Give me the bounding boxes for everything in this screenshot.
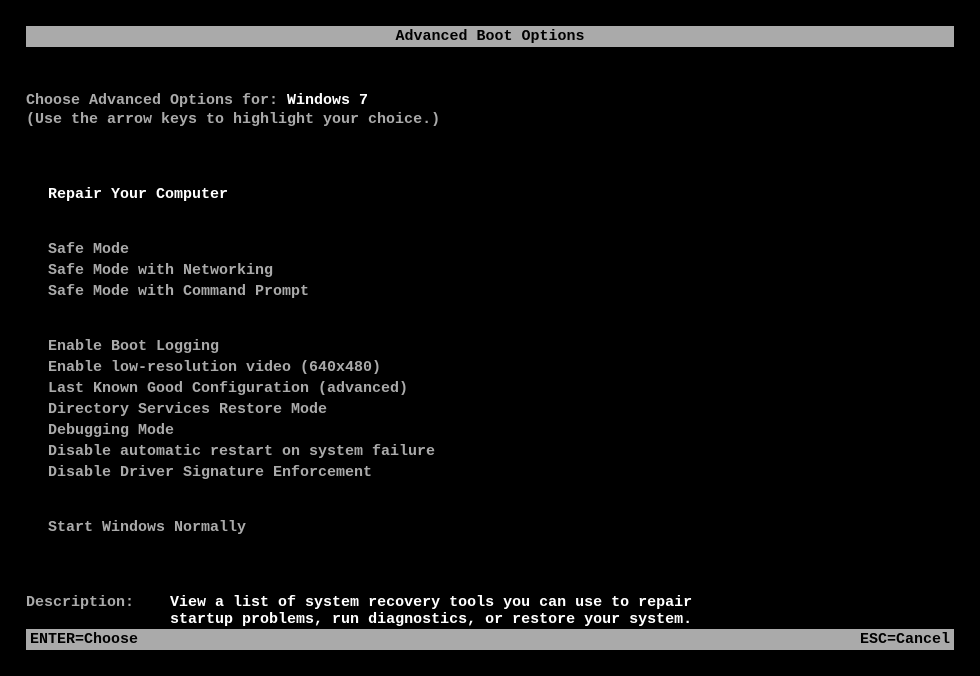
prompt-line: Choose Advanced Options for: Windows 7 xyxy=(26,92,954,109)
menu-item-start-normally[interactable]: Start Windows Normally xyxy=(48,519,954,536)
hint-line: (Use the arrow keys to highlight your ch… xyxy=(26,111,954,128)
menu-item-enable-boot-logging[interactable]: Enable Boot Logging xyxy=(48,338,954,355)
status-enter-choose: ENTER=Choose xyxy=(30,631,138,648)
title-bar: Advanced Boot Options xyxy=(26,26,954,47)
os-name: Windows 7 xyxy=(287,92,368,109)
menu-item-disable-driver-signature[interactable]: Disable Driver Signature Enforcement xyxy=(48,464,954,481)
prompt-prefix: Choose Advanced Options for: xyxy=(26,92,287,109)
screen-title: Advanced Boot Options xyxy=(395,28,584,45)
description-block: Description: View a list of system recov… xyxy=(26,594,954,628)
description-text: View a list of system recovery tools you… xyxy=(170,594,730,628)
group-divider xyxy=(48,207,954,241)
menu-item-repair-your-computer[interactable]: Repair Your Computer xyxy=(48,186,954,203)
menu-item-low-res-video[interactable]: Enable low-resolution video (640x480) xyxy=(48,359,954,376)
menu-item-directory-services-restore[interactable]: Directory Services Restore Mode xyxy=(48,401,954,418)
group-divider xyxy=(48,304,954,338)
menu-list: Repair Your Computer Safe Mode Safe Mode… xyxy=(48,186,954,536)
menu-item-disable-auto-restart[interactable]: Disable automatic restart on system fail… xyxy=(48,443,954,460)
menu-item-debugging-mode[interactable]: Debugging Mode xyxy=(48,422,954,439)
status-esc-cancel: ESC=Cancel xyxy=(860,631,950,648)
menu-item-safe-mode-command-prompt[interactable]: Safe Mode with Command Prompt xyxy=(48,283,954,300)
main-content: Choose Advanced Options for: Windows 7 (… xyxy=(0,92,980,628)
description-label: Description: xyxy=(26,594,170,628)
menu-item-last-known-good-config[interactable]: Last Known Good Configuration (advanced) xyxy=(48,380,954,397)
menu-item-safe-mode-networking[interactable]: Safe Mode with Networking xyxy=(48,262,954,279)
menu-item-safe-mode[interactable]: Safe Mode xyxy=(48,241,954,258)
group-divider xyxy=(48,485,954,519)
status-bar: ENTER=Choose ESC=Cancel xyxy=(26,629,954,650)
